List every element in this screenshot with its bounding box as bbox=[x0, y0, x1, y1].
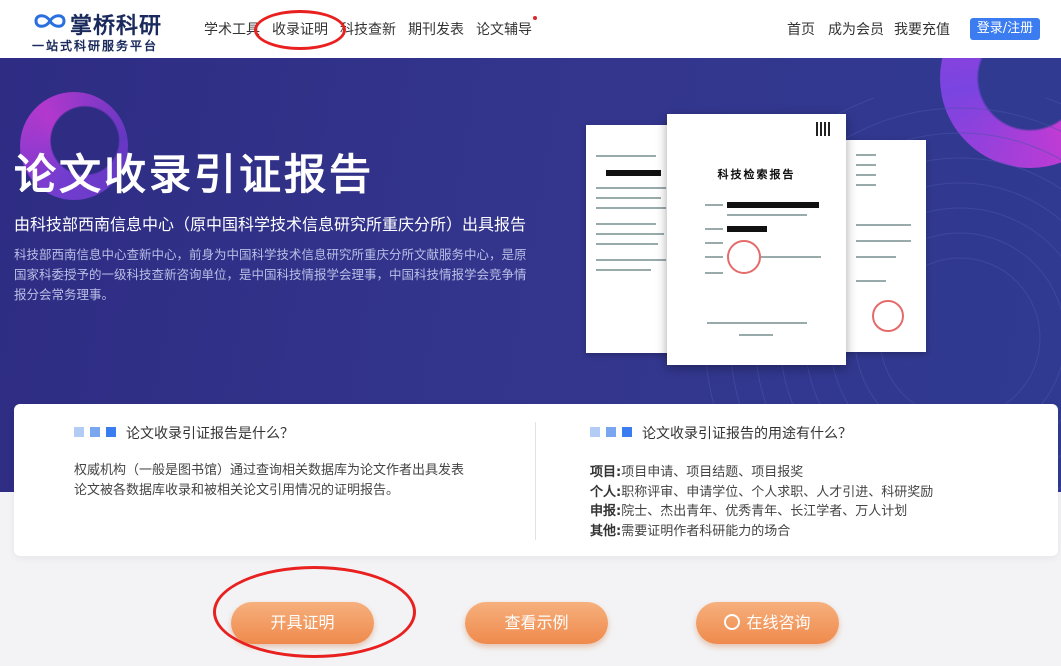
report-heading: 科技检索报告 bbox=[717, 168, 796, 181]
nav-home[interactable]: 首页 bbox=[787, 19, 815, 39]
hero-description: 科技部西南信息中心查新中心，前身为中国科学技术信息研究所重庆分所文献服务中心，是… bbox=[14, 247, 527, 302]
logo-infinity-icon bbox=[34, 14, 66, 28]
annotation-circle-button bbox=[213, 566, 416, 658]
hero-title: 论文收录引证报告 bbox=[14, 150, 375, 199]
report-page-left bbox=[586, 125, 678, 353]
what-title: 论文收录引证报告是什么？ bbox=[126, 426, 294, 442]
headset-icon bbox=[724, 614, 741, 630]
red-stamp-icon bbox=[727, 240, 761, 274]
brand-logo[interactable]: 掌桥科研 一站式科研服务平台 bbox=[30, 6, 170, 54]
bullet-square-icon bbox=[74, 427, 84, 437]
use-row-other: 其他:需要证明作者科研能力的场合 bbox=[590, 524, 791, 539]
nav-paper-tutoring-wrap: 论文辅导 bbox=[476, 16, 537, 39]
brand-title: 掌桥科研 bbox=[70, 14, 163, 39]
use-title: 论文收录引证报告的用途有什么？ bbox=[642, 426, 852, 442]
bullet-square-icon bbox=[622, 427, 632, 437]
nav-paper-tutoring[interactable]: 论文辅导 bbox=[476, 22, 532, 38]
bullet-square-icon bbox=[90, 427, 100, 437]
online-consult-button[interactable]: 在线咨询 bbox=[696, 602, 839, 644]
info-card: 论文收录引证报告是什么？ 权威机构（一般是图书馆）通过查询相关数据库为论文作者出… bbox=[14, 404, 1058, 556]
card-divider bbox=[535, 422, 536, 540]
red-stamp-icon bbox=[872, 300, 904, 332]
use-row-project: 项目:项目申请、项目结题、项目报奖 bbox=[590, 465, 804, 480]
nav-journal-publish[interactable]: 期刊发表 bbox=[408, 19, 464, 39]
use-row-application: 申报:院士、杰出青年、优秀青年、长江学者、万人计划 bbox=[590, 504, 908, 519]
new-dot-icon bbox=[533, 16, 537, 20]
report-page-right bbox=[836, 140, 926, 352]
top-header: 掌桥科研 一站式科研服务平台 学术工具 收录证明 科技查新 期刊发表 论文辅导 … bbox=[0, 0, 1061, 58]
nav-recharge[interactable]: 我要充值 bbox=[894, 19, 950, 39]
use-row-personal: 个人:职称评审、申请学位、个人求职、人才引进、科研奖励 bbox=[590, 485, 934, 500]
nav-novelty-search[interactable]: 科技查新 bbox=[340, 19, 396, 39]
qr-code-icon bbox=[816, 122, 830, 136]
what-description: 权威机构（一般是图书馆）通过查询相关数据库为论文作者出具发表论文被各数据库收录和… bbox=[74, 463, 465, 498]
bullet-square-icon bbox=[106, 427, 116, 437]
bullet-square-icon bbox=[590, 427, 600, 437]
login-register-button[interactable]: 登录/注册 bbox=[970, 18, 1040, 40]
nav-become-member[interactable]: 成为会员 bbox=[828, 19, 884, 39]
report-page-front: 科技检索报告 bbox=[667, 114, 846, 365]
online-consult-label: 在线咨询 bbox=[746, 613, 811, 632]
nav-academic-tools[interactable]: 学术工具 bbox=[204, 19, 260, 39]
bullet-square-icon bbox=[606, 427, 616, 437]
view-example-button[interactable]: 查看示例 bbox=[465, 602, 608, 644]
annotation-circle-nav bbox=[254, 10, 346, 50]
hero-subtitle: 由科技部西南信息中心（原中国科学技术信息研究所重庆分所）出具报告 bbox=[14, 215, 527, 234]
brand-subtitle: 一站式科研服务平台 bbox=[32, 39, 159, 53]
